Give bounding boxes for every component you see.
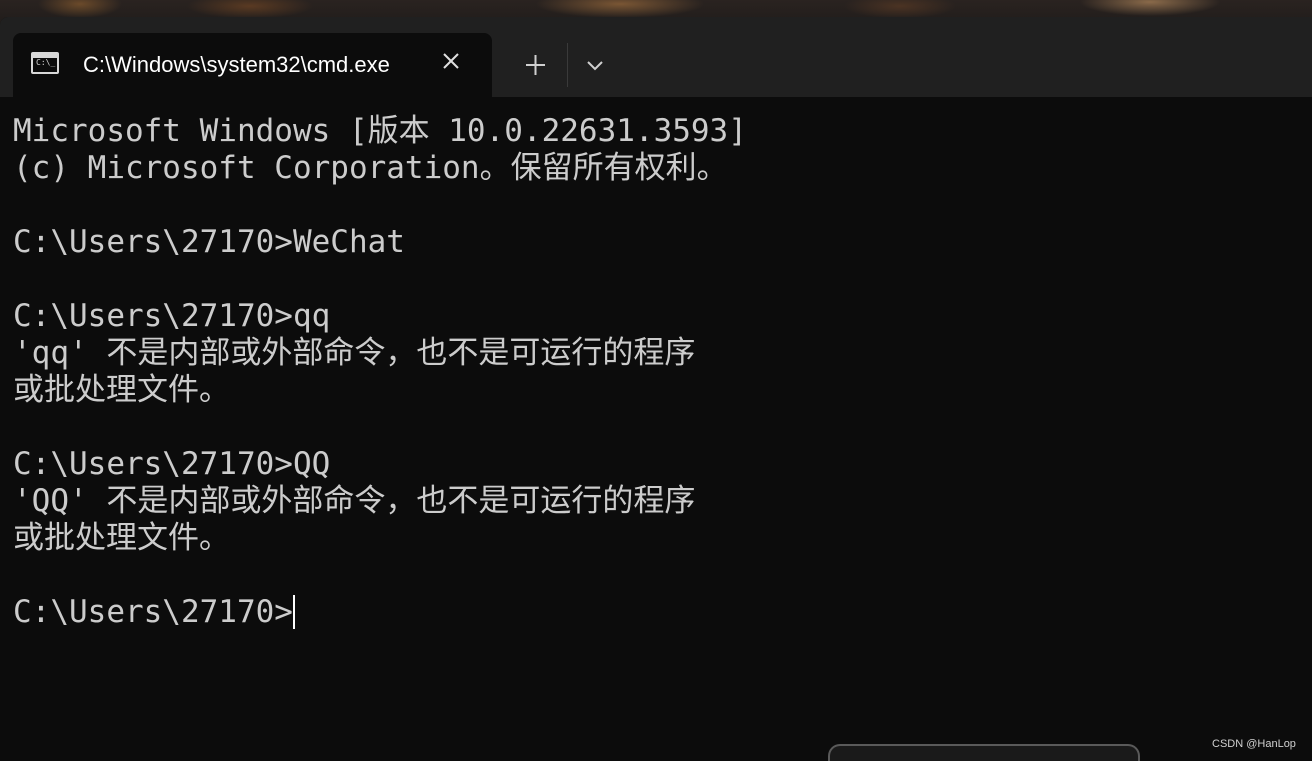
chevron-down-icon[interactable] [577, 50, 613, 80]
terminal-window: C:\_ C:\Windows\system32\cmd.exe Microso… [0, 17, 1312, 761]
popup-panel [828, 744, 1140, 761]
cmd-icon: C:\_ [31, 52, 59, 74]
console-line: Microsoft Windows [版本 10.0.22631.3593] [13, 113, 747, 149]
console-line: C:\Users\27170>QQ [13, 446, 331, 482]
console-line: 或批处理文件。 [13, 372, 230, 408]
console-line: C:\Users\27170>qq [13, 298, 331, 334]
close-icon[interactable] [436, 46, 466, 76]
text-cursor [292, 595, 295, 629]
prompt-text: C:\Users\27170> [13, 594, 293, 630]
title-bar[interactable]: C:\_ C:\Windows\system32\cmd.exe [0, 17, 1312, 97]
watermark: CSDN @HanLop [1212, 738, 1296, 750]
console-line: (c) Microsoft Corporation。保留所有权利。 [13, 150, 728, 186]
console-line: 'qq' 不是内部或外部命令，也不是可运行的程序 [13, 335, 696, 371]
prompt-line[interactable]: C:\Users\27170> [13, 594, 1293, 631]
console-line: 'QQ' 不是内部或外部命令，也不是可运行的程序 [13, 483, 696, 519]
tab-separator [567, 43, 568, 87]
console-line: 或批处理文件。 [13, 520, 230, 556]
console-line: C:\Users\27170>WeChat [13, 224, 405, 260]
tab-title: C:\Windows\system32\cmd.exe [83, 52, 390, 77]
console-output[interactable]: Microsoft Windows [版本 10.0.22631.3593] (… [13, 113, 1293, 631]
tab-cmd[interactable]: C:\_ C:\Windows\system32\cmd.exe [13, 33, 492, 97]
plus-icon[interactable] [512, 50, 558, 80]
